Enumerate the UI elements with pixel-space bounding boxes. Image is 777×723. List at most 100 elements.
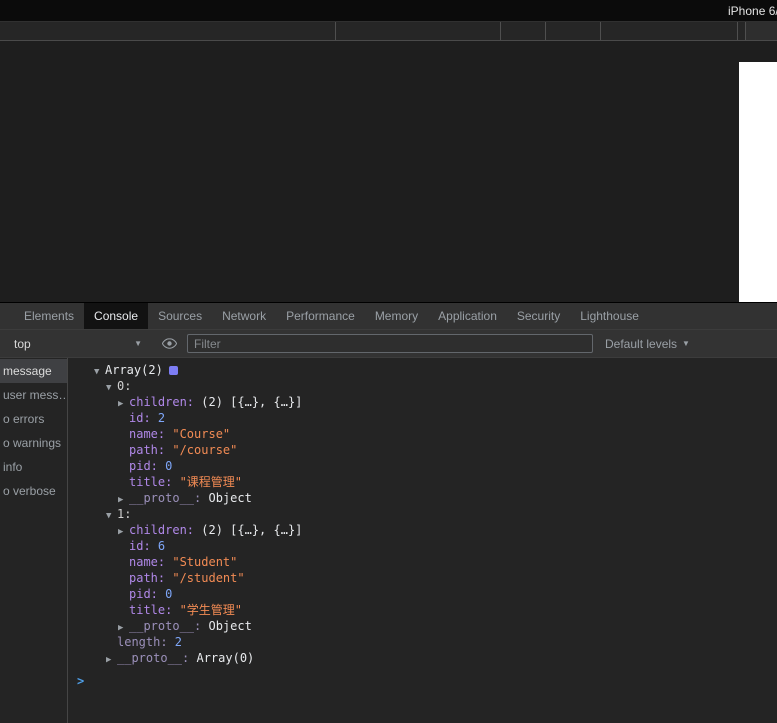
property-key: title: — [129, 475, 180, 489]
property-value: (2) [{…}, {…}] — [201, 523, 303, 537]
console-tree-row: ▶ children: (2) [{…}, {…}] — [68, 522, 777, 538]
property-key: path: — [129, 571, 173, 585]
tab-elements[interactable]: Elements — [14, 303, 84, 329]
console-tree-row: ▶ __proto__: Array(0) — [68, 650, 777, 666]
property-key: children: — [129, 395, 202, 409]
console-tree-row: title: "学生管理" — [68, 602, 777, 618]
tab-application[interactable]: Application — [428, 303, 507, 329]
property-key: name: — [129, 555, 173, 569]
chevron-down-icon: ▼ — [134, 339, 142, 348]
console-tree: ▼ Array(2) ▼ 0: ▶ children: (2) [{…}, {…}] id… — [68, 362, 777, 666]
property-key: pid: — [129, 459, 166, 473]
property-value: "/student" — [172, 571, 245, 585]
console-tree-row: length: 2 — [68, 634, 777, 650]
property-key: __proto__: — [129, 619, 209, 633]
property-key: id: — [129, 539, 158, 553]
tab-performance[interactable]: Performance — [276, 303, 365, 329]
column-divider — [335, 22, 336, 40]
sidebar-item[interactable]: o warnings — [0, 431, 67, 455]
chevron-down-icon: ▼ — [682, 339, 690, 348]
prompt-chevron-icon: > — [77, 674, 85, 688]
sidebar-item[interactable]: o errors — [0, 407, 67, 431]
property-key: length: — [117, 635, 175, 649]
page-viewport — [0, 42, 777, 302]
default-levels-dropdown[interactable]: Default levels ▼ — [605, 337, 690, 351]
property-value: 6 — [157, 539, 166, 553]
property-value: Object — [208, 491, 252, 505]
console-body: message user mess… o errors o warnings info o… — [0, 358, 777, 723]
column-divider — [500, 22, 501, 40]
console-tree-row: ▼ Array(2) — [68, 362, 777, 378]
property-key: 1: — [117, 507, 139, 521]
disclosure-triangle-icon[interactable]: ▼ — [106, 380, 117, 396]
disclosure-triangle-icon[interactable]: ▼ — [94, 364, 105, 380]
console-tree-row: ▶ __proto__: Object — [68, 618, 777, 634]
property-value: (2) [{…}, {…}] — [201, 395, 303, 409]
property-value: Array(2) — [105, 363, 163, 377]
property-value: 0 — [165, 459, 173, 473]
console-tree-row: path: "/course" — [68, 442, 777, 458]
property-value: 2 — [174, 635, 183, 649]
property-value: 0 — [165, 587, 173, 601]
console-tree-row: name: "Course" — [68, 426, 777, 442]
sidebar-item[interactable]: user mess… — [0, 383, 67, 407]
blue-badge-icon — [168, 366, 178, 375]
console-toolbar: top ▼ Default levels ▼ — [0, 330, 777, 358]
property-key: path: — [129, 443, 173, 457]
property-value: "课程管理" — [179, 475, 243, 489]
property-value: Array(0) — [196, 651, 255, 665]
live-expression-button[interactable] — [162, 338, 177, 349]
console-tree-row: ▶ __proto__: Object — [68, 490, 777, 506]
property-key: pid: — [129, 587, 166, 601]
console-tree-row: path: "/student" — [68, 570, 777, 586]
white-panel — [739, 62, 777, 302]
console-tree-row: ▼ 1: — [68, 506, 777, 522]
console-tree-row: title: "课程管理" — [68, 474, 777, 490]
console-sidebar: message user mess… o errors o warnings info o… — [0, 358, 68, 723]
disclosure-triangle-icon[interactable]: ▶ — [106, 652, 117, 668]
property-key: title: — [129, 603, 180, 617]
sidebar-item[interactable]: info — [0, 455, 67, 479]
console-tree-row: id: 2 — [68, 410, 777, 426]
devtools-panel: Elements Console Sources Network Performance… — [0, 302, 777, 723]
console-messages: ▼ Array(2) ▼ 0: ▶ children: (2) [{…}, {…}] id… — [68, 358, 777, 723]
property-value: "学生管理" — [179, 603, 243, 617]
tab-memory[interactable]: Memory — [365, 303, 428, 329]
context-selector[interactable]: top ▼ — [0, 337, 150, 351]
page-header-row — [0, 22, 777, 41]
header-cell — [745, 22, 777, 40]
tab-console[interactable]: Console — [84, 303, 149, 329]
eye-icon — [162, 338, 177, 349]
console-tree-row: ▶ children: (2) [{…}, {…}] — [68, 394, 777, 410]
column-divider — [600, 22, 601, 40]
disclosure-triangle-icon[interactable]: ▼ — [106, 508, 117, 524]
filter-input[interactable] — [187, 334, 593, 353]
sidebar-item[interactable]: o verbose — [0, 479, 67, 503]
console-prompt[interactable]: > — [68, 672, 777, 690]
property-value: "Student" — [172, 555, 238, 569]
column-divider — [737, 22, 738, 40]
console-tree-row: name: "Student" — [68, 554, 777, 570]
device-label[interactable]: iPhone 6/ — [728, 4, 777, 18]
property-key: children: — [129, 523, 202, 537]
tab-lighthouse[interactable]: Lighthouse — [570, 303, 649, 329]
property-value: "Course" — [172, 427, 231, 441]
tab-network[interactable]: Network — [212, 303, 276, 329]
tab-security[interactable]: Security — [507, 303, 570, 329]
property-key: 0: — [117, 379, 139, 393]
column-divider — [545, 22, 546, 40]
property-value: Object — [208, 619, 252, 633]
property-value: "/course" — [172, 443, 238, 457]
property-key: __proto__: — [129, 491, 209, 505]
context-selector-label: top — [14, 336, 31, 351]
devtools-tab-bar: Elements Console Sources Network Performance… — [0, 303, 777, 330]
screen: iPhone 6/ Elements Console Sources Network P… — [0, 0, 777, 723]
sidebar-item[interactable]: message — [0, 359, 67, 383]
console-tree-row: pid: 0 — [68, 458, 777, 474]
console-tree-row: pid: 0 — [68, 586, 777, 602]
tab-sources[interactable]: Sources — [148, 303, 212, 329]
console-tree-row: id: 6 — [68, 538, 777, 554]
property-key: name: — [129, 427, 173, 441]
property-key: id: — [129, 411, 158, 425]
console-tree-row: ▼ 0: — [68, 378, 777, 394]
